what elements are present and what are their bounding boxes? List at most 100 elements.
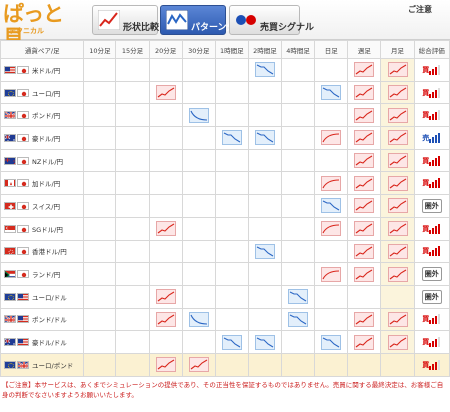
notice-link[interactable]: ご注意 [408,4,432,15]
pair-cell[interactable]: ユーロ/ポンド [0,352,85,377]
pattern-cell[interactable] [347,307,382,332]
table-row[interactable]: ポンド/円 買 [0,103,450,128]
uptrend-pattern-icon[interactable] [354,107,375,123]
pattern-cell[interactable] [314,216,349,241]
table-row[interactable]: 米ドル/円 買 [0,58,450,82]
overall-evaluation-cell[interactable]: 買 [413,352,450,377]
pair-cell[interactable]: ユーロ/ドル [0,284,85,309]
table-row[interactable]: 豪ドル/ドル 買 [0,330,450,354]
uptrend-pattern-icon[interactable] [387,221,408,237]
pattern-cell[interactable] [281,284,316,309]
pattern-cell[interactable] [247,58,283,82]
uptrend-pattern-icon[interactable] [354,85,375,101]
downtrend-pattern-icon[interactable] [255,130,275,146]
pattern-cell[interactable] [214,126,249,150]
pair-cell[interactable]: ポンド/ドル [0,307,85,332]
uptrend-pattern-icon[interactable] [354,198,375,214]
uptrend-pattern-icon[interactable] [387,175,408,191]
pattern-cell[interactable] [314,194,349,218]
pattern-cell[interactable] [347,58,382,82]
pair-cell[interactable]: SGドル/円 [0,216,85,241]
pair-cell[interactable]: ポンド/円 [0,103,85,128]
uptrend-pattern-icon[interactable] [387,334,408,350]
tab-shape-compare[interactable]: 形状比較 [92,5,159,35]
pair-cell[interactable]: ランド/円 [0,262,85,286]
uptrend-pattern-icon[interactable] [387,153,408,169]
pair-cell[interactable]: 香港ドル/円 [0,239,85,264]
pattern-cell[interactable] [380,330,415,354]
overall-evaluation-cell[interactable]: 買 [413,171,450,196]
pattern-cell[interactable] [380,58,415,82]
pattern-cell[interactable] [347,103,382,128]
overall-evaluation-cell[interactable]: 買 [413,103,450,128]
pattern-cell[interactable] [281,307,316,332]
uptrend-pattern-icon[interactable] [155,221,176,237]
overall-evaluation-cell[interactable]: 買 [413,330,450,354]
uptrend-pattern-icon[interactable] [155,311,176,327]
pair-cell[interactable]: NZドル/円 [0,148,85,173]
uptrend-pattern-icon[interactable] [354,153,375,169]
pattern-cell[interactable] [347,148,382,173]
downtrend-pattern-icon[interactable] [288,289,309,305]
table-row[interactable]: ランド/円 圏外 [0,262,450,286]
downtrend-pattern-icon[interactable] [221,130,242,146]
uptrend-pattern-icon[interactable] [155,357,176,373]
pair-cell[interactable]: 加ドル/円 [0,171,85,196]
uptrend-pattern-icon[interactable] [354,130,375,146]
uptrend-pattern-icon[interactable] [321,175,342,191]
uptrend-pattern-icon[interactable] [354,334,375,350]
downtrend-pattern-icon[interactable] [255,243,275,259]
uptrend-pattern-icon[interactable] [387,311,408,327]
pattern-cell[interactable] [314,262,349,286]
pattern-cell[interactable] [380,126,415,150]
uptrend-pattern-icon[interactable] [387,62,408,78]
uptrend-pattern-icon[interactable] [354,311,375,327]
uptrend-pattern-icon[interactable] [321,130,342,146]
overall-evaluation-cell[interactable]: 圏外 [413,194,450,218]
downtrend-pattern-icon[interactable] [221,334,242,350]
pattern-cell[interactable] [181,307,216,332]
uptrend-pattern-icon[interactable] [321,221,342,237]
uptrend-pattern-icon[interactable] [354,266,375,282]
uptrend-pattern-icon[interactable] [155,289,176,305]
uptrend-pattern-icon[interactable] [354,221,375,237]
pattern-cell[interactable] [380,262,415,286]
table-row[interactable]: 加ドル/円 買 [0,171,450,196]
downtrend-pattern-icon[interactable] [188,107,209,123]
pattern-cell[interactable] [380,194,415,218]
overall-evaluation-cell[interactable]: 売 [413,126,450,150]
pair-cell[interactable]: ユーロ/円 [0,80,85,105]
uptrend-pattern-icon[interactable] [354,175,375,191]
uptrend-pattern-icon[interactable] [188,357,209,373]
overall-evaluation-cell[interactable]: 買 [413,58,450,82]
pattern-cell[interactable] [247,330,283,354]
pattern-cell[interactable] [148,284,183,309]
pattern-cell[interactable] [347,216,382,241]
uptrend-pattern-icon[interactable] [387,243,408,259]
pattern-cell[interactable] [380,307,415,332]
overall-evaluation-cell[interactable]: 買 [413,148,450,173]
table-row[interactable]: 豪ドル/円 売 [0,126,450,150]
pattern-cell[interactable] [314,171,349,196]
downtrend-pattern-icon[interactable] [321,334,342,350]
pattern-cell[interactable] [347,239,382,264]
uptrend-pattern-icon[interactable] [387,85,408,101]
pair-cell[interactable]: スイス/円 [0,194,85,218]
pattern-cell[interactable] [347,80,382,105]
pattern-cell[interactable] [380,171,415,196]
pattern-cell[interactable] [380,103,415,128]
table-row[interactable]: NZドル/円 買 [0,148,450,173]
pair-cell[interactable]: 米ドル/円 [0,58,85,82]
table-row[interactable]: 香港ドル/円 買 [0,239,450,264]
pattern-cell[interactable] [214,330,249,354]
pattern-cell[interactable] [380,148,415,173]
uptrend-pattern-icon[interactable] [354,62,375,78]
uptrend-pattern-icon[interactable] [387,198,408,214]
uptrend-pattern-icon[interactable] [387,107,408,123]
table-row[interactable]: ユーロ/ポンド 買 [0,352,450,377]
pattern-cell[interactable] [148,80,183,105]
uptrend-pattern-icon[interactable] [354,243,375,259]
pattern-cell[interactable] [247,239,283,264]
tab-pattern-analysis[interactable]: パターン分析 [160,5,245,35]
logo[interactable]: ぱっと見 テクニカル [3,2,73,50]
